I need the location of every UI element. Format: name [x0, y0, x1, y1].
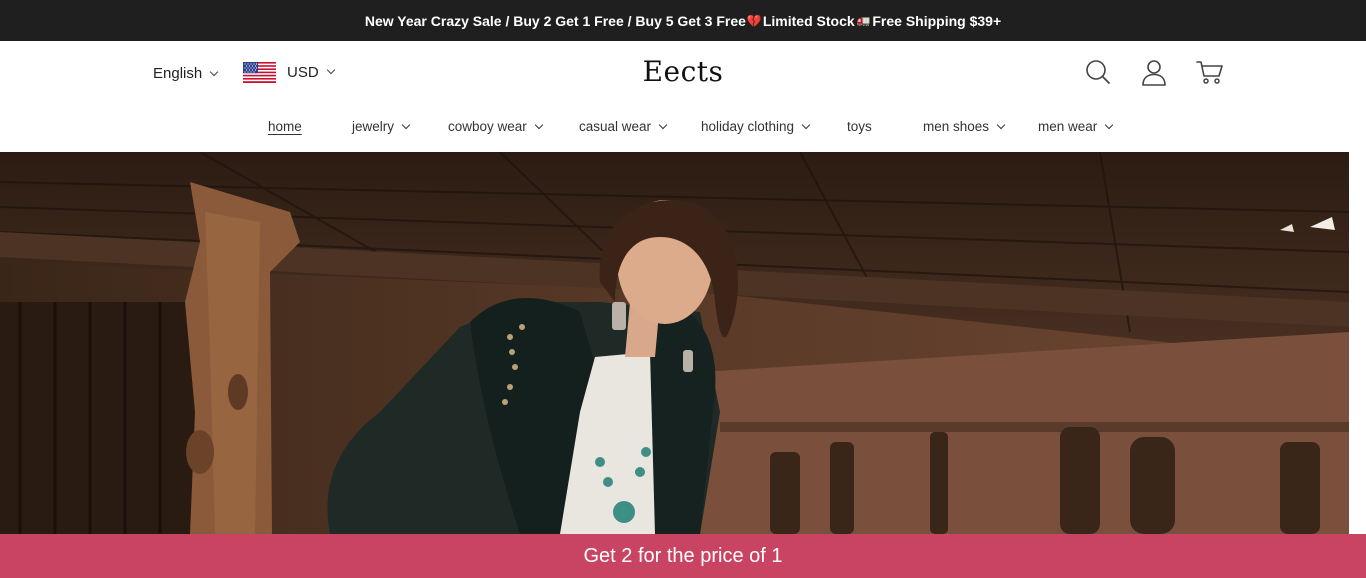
chevron-down-icon	[534, 120, 544, 129]
chevron-down-icon	[801, 120, 811, 129]
search-button[interactable]	[1084, 58, 1112, 86]
chevron-down-icon	[1105, 120, 1114, 129]
announcement-text: New Year Crazy Sale / Buy 2 Get 1 Free /…	[364, 12, 746, 29]
nav-item-holiday-clothing[interactable]: holiday clothing	[701, 119, 811, 134]
main-nav: home jewelry cowboy wear casual wear hol…	[0, 117, 1366, 141]
limited-stock-text: Limited Stock	[762, 12, 855, 29]
broken-heart-icon: 💔	[746, 13, 762, 28]
currency-selector[interactable]: USD	[243, 61, 335, 83]
currency-label: USD	[287, 63, 319, 81]
nav-item-casual-wear[interactable]: casual wear	[579, 119, 668, 134]
nav-label: toys	[847, 119, 872, 134]
nav-label: jewelry	[352, 119, 395, 134]
cart-icon	[1196, 61, 1223, 84]
promo-text: Get 2 for the price of 1	[583, 544, 783, 567]
truck-icon: 🚛	[856, 15, 871, 27]
hero-banner[interactable]	[0, 152, 1349, 534]
site-header: English USD Eects home jewelry cowboy we…	[0, 41, 1366, 152]
chevron-down-icon	[326, 65, 335, 75]
account-button[interactable]	[1140, 58, 1168, 86]
site-logo[interactable]: Eects	[643, 55, 724, 88]
announcement-bar: New Year Crazy Sale / Buy 2 Get 1 Free /…	[0, 0, 1366, 41]
chevron-down-icon	[658, 120, 668, 129]
us-flag-icon	[243, 61, 276, 83]
nav-label: home	[268, 119, 302, 134]
search-icon	[1086, 60, 1110, 84]
nav-item-home[interactable]: home	[268, 119, 302, 134]
nav-label: men shoes	[923, 119, 990, 134]
nav-label: holiday clothing	[701, 119, 795, 134]
language-label: English	[153, 65, 203, 82]
language-selector[interactable]: English	[153, 65, 219, 82]
nav-label: casual wear	[579, 119, 652, 134]
nav-item-men-wear[interactable]: men wear	[1038, 119, 1114, 134]
nav-label: men wear	[1038, 119, 1098, 134]
chevron-down-icon	[401, 120, 411, 129]
nav-item-men-shoes[interactable]: men shoes	[923, 119, 1006, 134]
nav-item-jewelry[interactable]: jewelry	[352, 119, 411, 134]
nav-item-toys[interactable]: toys	[847, 119, 872, 134]
account-icon	[1142, 60, 1166, 86]
promo-bar[interactable]: Get 2 for the price of 1	[0, 534, 1366, 578]
chevron-down-icon	[209, 67, 219, 76]
nav-label: cowboy wear	[448, 119, 527, 134]
chevron-down-icon	[996, 120, 1006, 129]
free-shipping-text: Free Shipping $39+	[872, 12, 1002, 29]
nav-item-cowboy-wear[interactable]: cowboy wear	[448, 119, 544, 134]
hero-image	[0, 152, 1349, 534]
cart-button[interactable]	[1196, 58, 1224, 86]
